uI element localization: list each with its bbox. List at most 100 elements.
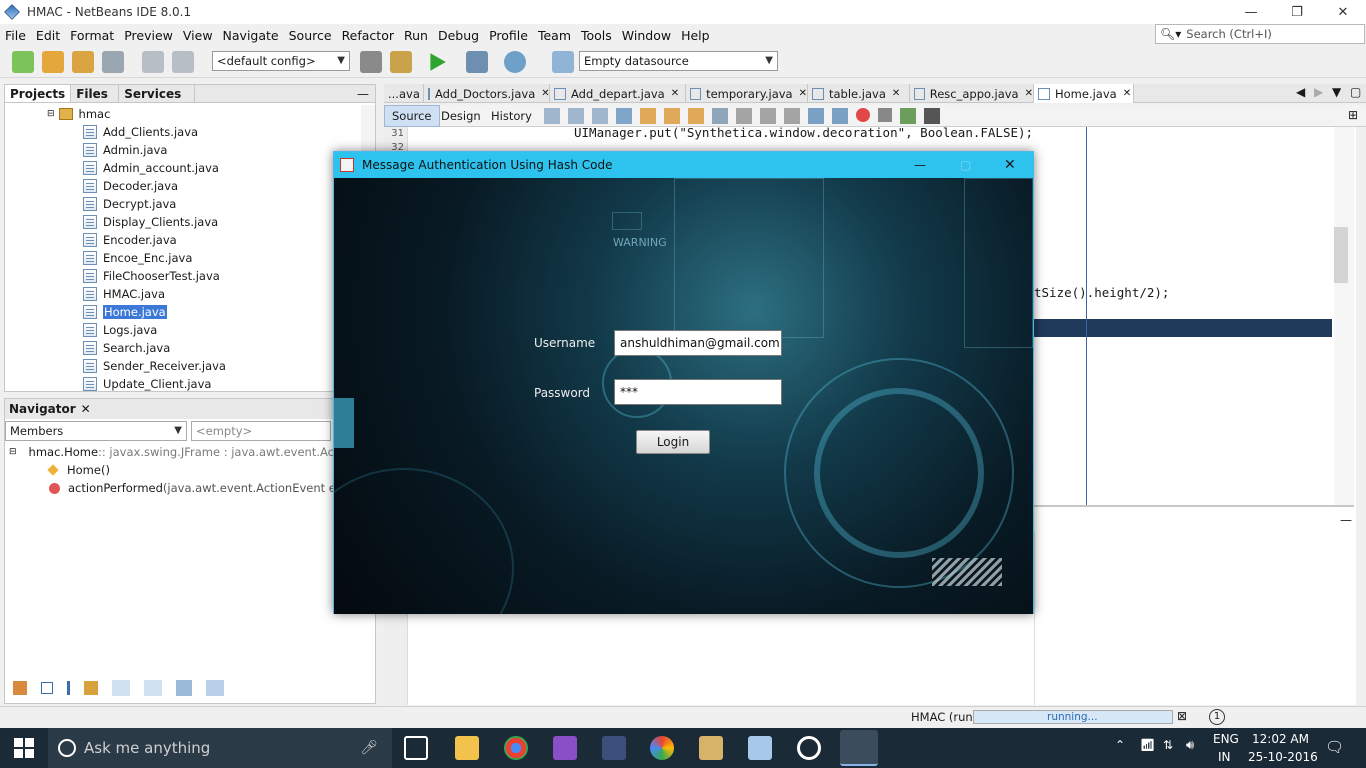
- tab-files[interactable]: Files: [71, 85, 120, 102]
- editor-tab[interactable]: Resc_appo.java ✕: [910, 84, 1034, 103]
- config-combo[interactable]: <default config> ▼: [212, 51, 350, 71]
- menu-file[interactable]: File: [0, 28, 31, 43]
- network-icon[interactable]: ⇅: [1163, 738, 1173, 752]
- select-icon[interactable]: [712, 108, 728, 124]
- history-icon[interactable]: [592, 108, 608, 124]
- close-icon[interactable]: ✕: [81, 402, 91, 416]
- build-hammer-icon[interactable]: [360, 51, 382, 73]
- members-combo[interactable]: Members ▼: [5, 421, 187, 441]
- tree-file[interactable]: FileChooserTest.java: [83, 267, 220, 285]
- tab-list-icon[interactable]: ▼: [1332, 85, 1341, 99]
- virtualbox-icon[interactable]: [748, 736, 772, 760]
- close-icon[interactable]: ✕: [541, 88, 549, 99]
- tree-file[interactable]: Encoe_Enc.java: [83, 249, 192, 267]
- save-all-icon[interactable]: [102, 51, 124, 73]
- static-icon[interactable]: [67, 681, 70, 695]
- minimize-button[interactable]: —: [914, 158, 926, 172]
- tab-services[interactable]: Services: [119, 85, 196, 102]
- sort-icon[interactable]: [112, 680, 130, 696]
- tab-projects[interactable]: Projects: [5, 85, 72, 102]
- debug-icon[interactable]: [466, 51, 488, 73]
- progress-bar[interactable]: running...: [973, 710, 1173, 724]
- editor-tab[interactable]: Add_Doctors.java ✕: [424, 84, 550, 103]
- tab-source[interactable]: Source: [384, 105, 440, 127]
- close-icon[interactable]: ✕: [799, 88, 807, 99]
- sort-az-icon[interactable]: [176, 680, 192, 696]
- find-next-icon[interactable]: [664, 108, 680, 124]
- restore-button[interactable]: ❐: [1274, 0, 1320, 24]
- navigator-class-node[interactable]: ⊟ hmac.Home :: javax.swing.JFrame : java…: [9, 443, 373, 461]
- forward-icon[interactable]: [568, 108, 584, 124]
- cancel-process-icon[interactable]: ⊠: [1177, 709, 1187, 723]
- menu-window[interactable]: Window: [617, 28, 676, 43]
- tree-file[interactable]: Encoder.java: [83, 231, 177, 249]
- menu-run[interactable]: Run: [399, 28, 433, 43]
- minimize-pane-icon[interactable]: —: [357, 85, 369, 102]
- close-icon[interactable]: ✕: [892, 88, 900, 99]
- clean-build-icon[interactable]: [390, 51, 412, 73]
- navigator-method[interactable]: actionPerformed (java.awt.event.ActionEv…: [49, 479, 340, 497]
- editor-tab[interactable]: temporary.java ✕: [686, 84, 808, 103]
- wifi-icon[interactable]: 📶︎: [1140, 738, 1155, 752]
- menu-debug[interactable]: Debug: [433, 28, 484, 43]
- menu-navigate[interactable]: Navigate: [218, 28, 284, 43]
- datasource-combo[interactable]: Empty datasource ▼: [579, 51, 778, 71]
- comment-icon[interactable]: [900, 108, 916, 124]
- menu-profile[interactable]: Profile: [484, 28, 533, 43]
- password-input[interactable]: ***: [614, 379, 782, 405]
- username-input[interactable]: anshuldhiman@gmail.com: [614, 330, 782, 356]
- tree-file[interactable]: Search.java: [83, 339, 170, 357]
- datasource-icon[interactable]: [552, 51, 574, 73]
- profile-icon[interactable]: [504, 51, 526, 73]
- windows-start-icon[interactable]: [14, 738, 34, 758]
- tree-file[interactable]: HMAC.java: [83, 285, 165, 303]
- menu-team[interactable]: Team: [533, 28, 576, 43]
- tab-scroll-left-icon[interactable]: ◀: [1296, 85, 1305, 99]
- tree-folder-hmac[interactable]: ⊟ hmac: [47, 105, 110, 123]
- macro-record-icon[interactable]: [856, 108, 870, 122]
- shift-right-icon[interactable]: [832, 108, 848, 124]
- tree-file[interactable]: Admin.java: [83, 141, 167, 159]
- toggle-bookmark-icon[interactable]: [784, 108, 800, 124]
- action-center-icon[interactable]: 🗨︎: [1325, 738, 1344, 756]
- minimize-pane-icon[interactable]: —: [1340, 513, 1352, 527]
- back-icon[interactable]: [544, 108, 560, 124]
- editor-tab[interactable]: ...ava: [384, 84, 424, 103]
- clock-time[interactable]: 12:02 AM: [1252, 732, 1309, 746]
- maximize-icon[interactable]: ▢: [1350, 85, 1361, 99]
- new-file-icon[interactable]: [12, 51, 34, 73]
- editor-tab[interactable]: Add_depart.java ✕: [550, 84, 686, 103]
- inherited-icon[interactable]: [13, 681, 27, 695]
- open-project-icon[interactable]: [72, 51, 94, 73]
- tree-file[interactable]: Decoder.java: [83, 177, 178, 195]
- editor-scrollbar[interactable]: [1334, 127, 1354, 505]
- find-prev-icon[interactable]: [640, 108, 656, 124]
- menu-format[interactable]: Format: [65, 28, 119, 43]
- shift-left-icon[interactable]: [808, 108, 824, 124]
- search-input[interactable]: Search (Ctrl+I): [1186, 27, 1272, 41]
- sql-server-icon[interactable]: [602, 736, 626, 760]
- close-icon[interactable]: ✕: [1025, 88, 1033, 99]
- new-project-icon[interactable]: [42, 51, 64, 73]
- close-icon[interactable]: ✕: [671, 88, 679, 99]
- tab-scroll-right-icon[interactable]: ▶: [1314, 85, 1323, 99]
- media-icon[interactable]: [797, 736, 821, 760]
- tree-file[interactable]: Display_Clients.java: [83, 213, 218, 231]
- close-icon[interactable]: ✕: [1123, 88, 1131, 99]
- maximize-button[interactable]: ▢: [960, 158, 971, 172]
- toggle-highlight-icon[interactable]: [688, 108, 704, 124]
- tab-history[interactable]: History: [484, 105, 539, 127]
- tree-file[interactable]: Decrypt.java: [83, 195, 176, 213]
- volume-icon[interactable]: 🔊︎: [1186, 738, 1194, 753]
- tree-file[interactable]: Sender_Receiver.java: [83, 357, 226, 375]
- microphone-icon[interactable]: 🎤︎: [360, 740, 378, 756]
- sort-name-icon[interactable]: [144, 680, 162, 696]
- menu-view[interactable]: View: [178, 28, 218, 43]
- prev-bookmark-icon[interactable]: [736, 108, 752, 124]
- close-button[interactable]: ✕: [1004, 157, 1016, 173]
- ide-search-box[interactable]: 🔍︎▾ Search (Ctrl+I): [1155, 24, 1365, 44]
- next-bookmark-icon[interactable]: [760, 108, 776, 124]
- sort-source-icon[interactable]: [206, 680, 224, 696]
- run-icon[interactable]: [430, 53, 446, 71]
- java-app-icon[interactable]: [840, 730, 878, 766]
